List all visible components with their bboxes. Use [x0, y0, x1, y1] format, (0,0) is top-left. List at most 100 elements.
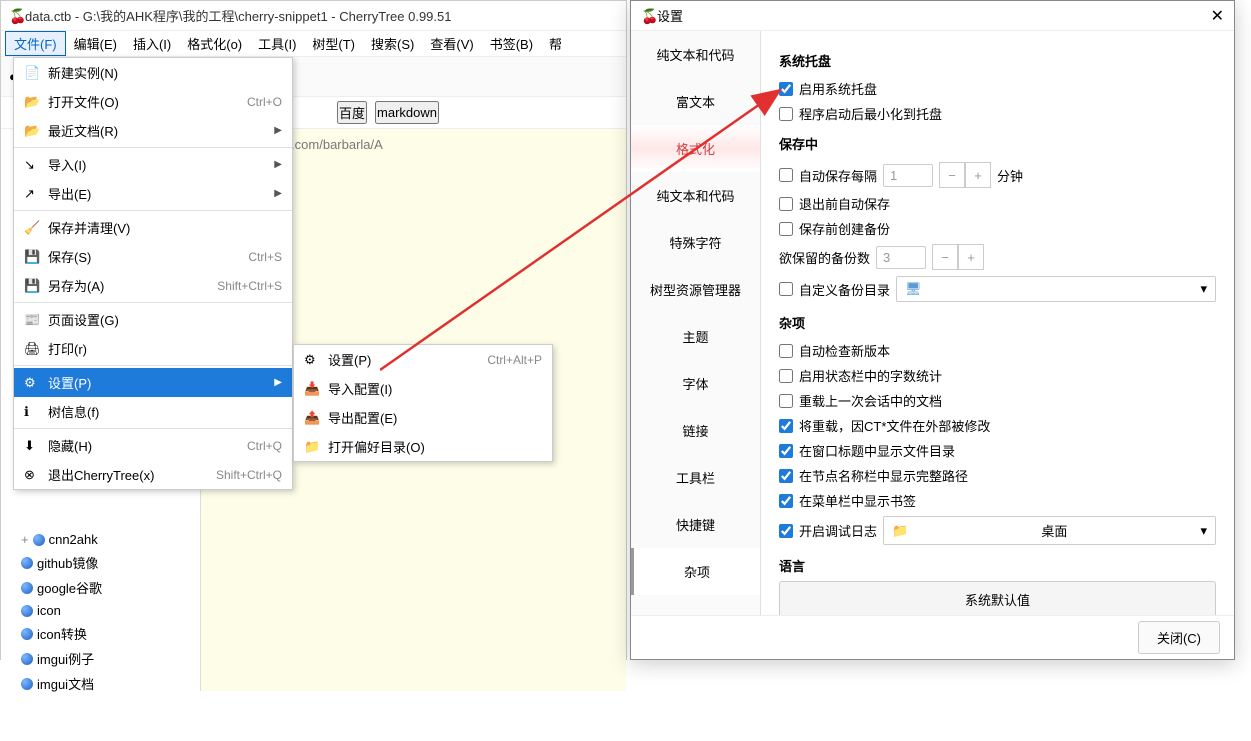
file-menu-dropdown: 📄新建实例(N) 📂打开文件(O)Ctrl+O 📂最近文档(R)▶ ↘导入(I)…	[13, 57, 293, 490]
tree-item[interactable]: imgui例子	[1, 646, 200, 671]
spin-down[interactable]: −	[932, 244, 958, 270]
cb-reload-session[interactable]	[779, 394, 793, 408]
menu-tree-info[interactable]: ℹ树信息(f)	[14, 397, 292, 426]
menu-file[interactable]: 文件(F)	[5, 31, 66, 56]
nav-plaintext2[interactable]: 纯文本和代码	[631, 172, 760, 219]
menu-quit[interactable]: ⊗退出CherryTree(x)Shift+Ctrl+Q	[14, 460, 292, 489]
settings-dialog: 设置 ✕ 纯文本和代码 富文本 格式化 纯文本和代码 特殊字符 树型资源管理器 …	[630, 0, 1235, 660]
spin-up[interactable]: +	[965, 162, 991, 188]
nav-fonts[interactable]: 字体	[631, 360, 760, 407]
section-misc: 杂项	[779, 313, 1216, 332]
cb-debug-log[interactable]	[779, 524, 793, 538]
close-icon[interactable]: ✕	[1211, 6, 1224, 26]
import-config-icon: 📥	[304, 381, 320, 397]
nav-theme[interactable]: 主题	[631, 313, 760, 360]
btn-markdown[interactable]: markdown	[375, 101, 439, 124]
menu-open-file[interactable]: 📂打开文件(O)Ctrl+O	[14, 87, 292, 116]
menu-page-setup[interactable]: 📰页面设置(G)	[14, 305, 292, 334]
cherry-icon	[641, 8, 657, 24]
submenu-import-config[interactable]: 📥导入配置(I)	[294, 374, 552, 403]
menu-tools[interactable]: 工具(I)	[250, 32, 304, 55]
folder-icon: 🖥	[905, 281, 922, 297]
info-icon: ℹ	[24, 404, 40, 420]
debug-log-dir-combo[interactable]: 📁桌面▾	[883, 516, 1216, 545]
tree-item[interactable]: github镜像	[1, 550, 200, 575]
menu-insert[interactable]: 插入(I)	[125, 32, 179, 55]
settings-submenu: ⚙设置(P)Ctrl+Alt+P 📥导入配置(I) 📤导出配置(E) 📁打开偏好…	[293, 344, 553, 462]
spin-down[interactable]: −	[939, 162, 965, 188]
cb-show-path-title[interactable]	[779, 444, 793, 458]
section-lang: 语言	[779, 556, 1216, 575]
nav-richtext[interactable]: 富文本	[631, 78, 760, 125]
cb-backup-before-save[interactable]	[779, 222, 793, 236]
settings-titlebar: 设置 ✕	[631, 1, 1234, 31]
cb-check-update[interactable]	[779, 344, 793, 358]
import-icon: ↘	[24, 157, 40, 173]
menu-tree[interactable]: 树型(T)	[304, 32, 363, 55]
tree-item[interactable]: imgui文档	[1, 671, 200, 696]
nav-tree-explorer[interactable]: 树型资源管理器	[631, 266, 760, 313]
page-icon: 📰	[24, 312, 40, 328]
nav-misc[interactable]: 杂项	[631, 548, 760, 595]
section-tray: 系统托盘	[779, 51, 1216, 70]
cb-word-count[interactable]	[779, 369, 793, 383]
nav-shortcuts[interactable]: 快捷键	[631, 501, 760, 548]
vacuum-icon: 🧹	[24, 220, 40, 236]
btn-close[interactable]: 关闭(C)	[1138, 621, 1220, 654]
submenu-export-config[interactable]: 📤导出配置(E)	[294, 403, 552, 432]
cb-min-to-tray[interactable]	[779, 107, 793, 121]
window-title: data.ctb - G:\我的AHK程序\我的工程\cherry-snippe…	[25, 6, 452, 25]
menu-help[interactable]: 帮	[541, 32, 570, 55]
menu-export[interactable]: ↗导出(E)▶	[14, 179, 292, 208]
cb-show-full-path[interactable]	[779, 469, 793, 483]
saveas-icon: 💾	[24, 278, 40, 294]
menu-save-as[interactable]: 💾另存为(A)Shift+Ctrl+S	[14, 271, 292, 300]
nav-links[interactable]: 链接	[631, 407, 760, 454]
btn-system-default[interactable]: 系统默认值	[779, 581, 1216, 615]
menu-hide[interactable]: ⬇隐藏(H)Ctrl+Q	[14, 431, 292, 460]
menu-print[interactable]: 🖨打印(r)	[14, 334, 292, 363]
print-icon: 🖨	[24, 341, 40, 357]
export-config-icon: 📤	[304, 410, 320, 426]
menu-bookmarks[interactable]: 书签(B)	[482, 32, 541, 55]
nav-plaintext[interactable]: 纯文本和代码	[631, 31, 760, 78]
backup-dir-combo[interactable]: 🖥▾	[896, 276, 1216, 302]
cb-reload-modified[interactable]	[779, 419, 793, 433]
menu-vacuum[interactable]: 🧹保存并清理(V)	[14, 213, 292, 242]
menu-save[interactable]: 💾保存(S)Ctrl+S	[14, 242, 292, 271]
open-icon: 📂	[24, 94, 40, 110]
cb-save-on-quit[interactable]	[779, 197, 793, 211]
cb-autosave[interactable]	[779, 168, 793, 182]
backup-count[interactable]	[876, 246, 926, 269]
btn-baidu[interactable]: 百度	[337, 101, 367, 124]
submenu-preferences[interactable]: ⚙设置(P)Ctrl+Alt+P	[294, 345, 552, 374]
nav-format[interactable]: 格式化	[631, 125, 760, 172]
menu-view[interactable]: 查看(V)	[422, 32, 481, 55]
tree-item[interactable]: google谷歌	[1, 575, 200, 600]
tree-item[interactable]: +cnn2ahk	[1, 529, 200, 550]
new-icon: 📄	[24, 65, 40, 81]
prefs-icon: ⚙	[24, 375, 40, 391]
spin-up[interactable]: +	[958, 244, 984, 270]
nav-special-chars[interactable]: 特殊字符	[631, 219, 760, 266]
settings-footer: 关闭(C)	[631, 615, 1234, 659]
menu-new-instance[interactable]: 📄新建实例(N)	[14, 58, 292, 87]
cb-enable-tray[interactable]	[779, 82, 793, 96]
menu-preferences[interactable]: ⚙设置(P)▶	[14, 368, 292, 397]
menu-edit[interactable]: 编辑(E)	[66, 32, 125, 55]
titlebar: data.ctb - G:\我的AHK程序\我的工程\cherry-snippe…	[1, 1, 626, 31]
settings-title: 设置	[657, 6, 1211, 25]
tree-item[interactable]: icon	[1, 600, 200, 621]
autosave-interval[interactable]	[883, 164, 933, 187]
menu-search[interactable]: 搜索(S)	[363, 32, 422, 55]
menu-recent[interactable]: 📂最近文档(R)▶	[14, 116, 292, 145]
cb-custom-backup-dir[interactable]	[779, 282, 793, 296]
nav-toolbar[interactable]: 工具栏	[631, 454, 760, 501]
menu-format[interactable]: 格式化(o)	[179, 32, 250, 55]
tree-item[interactable]: icon转换	[1, 621, 200, 646]
submenu-open-pref-dir[interactable]: 📁打开偏好目录(O)	[294, 432, 552, 461]
settings-content: 系统托盘 启用系统托盘 程序启动后最小化到托盘 保存中 自动保存每隔 −+ 分钟…	[761, 31, 1234, 615]
menu-import[interactable]: ↘导入(I)▶	[14, 150, 292, 179]
cb-show-bookmarks[interactable]	[779, 494, 793, 508]
quit-icon: ⊗	[24, 467, 40, 483]
